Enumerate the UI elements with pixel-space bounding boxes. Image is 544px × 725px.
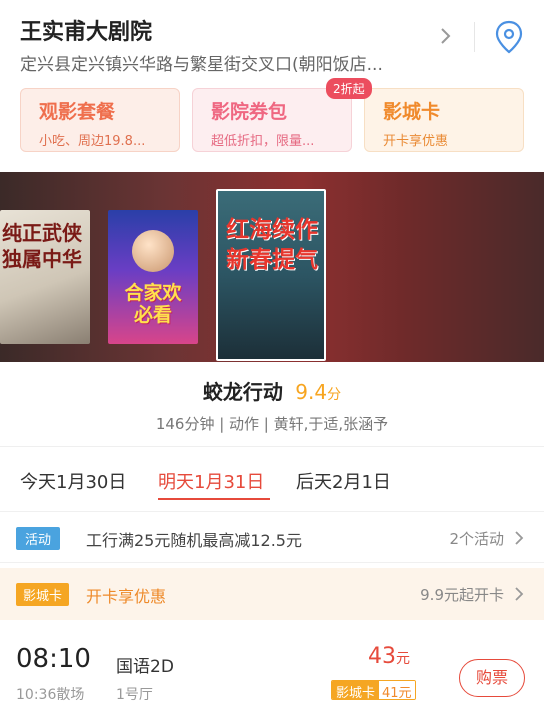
cinema-address[interactable]: 定兴县定兴镇兴华路与繁星街交叉口(朝阳饭店...: [20, 50, 420, 75]
price-unit: 元: [396, 651, 410, 667]
discount-badge: 2折起: [326, 78, 372, 99]
tab-tomorrow[interactable]: 明天1月31日: [158, 468, 264, 494]
date-tabs: 今天1月30日 明天1月31日 后天2月1日: [0, 460, 544, 506]
card-membership-subtitle: 开卡享优惠: [383, 134, 449, 149]
card-membership[interactable]: 影城卡 开卡享优惠: [364, 88, 524, 152]
showtime-start: 08:10: [16, 644, 91, 674]
card-combo-title: 观影套餐: [39, 101, 116, 123]
movie-title: 蛟龙行动: [202, 380, 283, 404]
poster-movie-2[interactable]: 合家欢必看: [108, 210, 198, 344]
chevron-right-icon: [515, 587, 524, 601]
showtime-row[interactable]: 08:10 10:36散场 国语2D 1号厅 43元 影城卡 41元 购票: [0, 626, 544, 725]
cinema-header: 王实甫大剧院 定兴县定兴镇兴华路与繁星街交叉口(朝阳饭店... 观影套餐 小吃、…: [0, 0, 544, 172]
card-coupon-pack[interactable]: 影院券包 超低折扣，限量...: [192, 88, 352, 152]
buy-ticket-button[interactable]: 购票: [459, 659, 525, 697]
poster-movie-1[interactable]: 纯正武侠独属中华: [0, 210, 90, 344]
movie-poster-carousel[interactable]: 纯正武侠独属中华 合家欢必看 红海续作新春提气: [0, 172, 544, 362]
header-divider: [474, 22, 475, 52]
chevron-right-icon: [515, 531, 524, 545]
divider: [0, 446, 544, 447]
showtime-hall: 1号厅: [116, 687, 153, 703]
price-value: 43: [368, 644, 396, 669]
movie-score: 9.4: [295, 380, 328, 404]
activity-count: 2个活动: [449, 530, 504, 548]
service-cards: 观影套餐 小吃、周边19.8... 影院券包 超低折扣，限量... 影城卡 开卡…: [20, 78, 524, 152]
card-coupon-title: 影院券包: [211, 101, 288, 123]
card-combo-subtitle: 小吃、周边19.8...: [39, 134, 146, 149]
card-tag: 影城卡: [16, 583, 70, 606]
location-pin-icon[interactable]: [494, 20, 524, 54]
activity-row[interactable]: 活动 工行满25元随机最高减12.5元 2个活动: [0, 511, 544, 563]
showtime-price: 43元: [368, 644, 410, 669]
movie-score-unit: 分: [327, 387, 342, 403]
activity-text: 工行满25元随机最高减12.5元: [86, 531, 302, 550]
activity-tag: 活动: [16, 527, 61, 550]
tab-active-indicator: [158, 498, 270, 500]
tab-today[interactable]: 今天1月30日: [20, 468, 126, 494]
card-membership-title: 影城卡: [383, 101, 441, 123]
chevron-right-icon[interactable]: [436, 24, 456, 48]
card-row-price: 9.9元起开卡: [420, 586, 504, 604]
showtime-language: 国语2D: [116, 657, 174, 677]
card-price-value: 41元: [379, 681, 415, 699]
card-coupon-subtitle: 超低折扣，限量...: [211, 134, 315, 149]
membership-card-row[interactable]: 影城卡 开卡享优惠 9.9元起开卡: [0, 568, 544, 620]
poster-movie-selected[interactable]: 红海续作新春提气: [216, 189, 326, 361]
card-price-label: 影城卡: [332, 681, 380, 699]
tab-day-after[interactable]: 后天2月1日: [296, 468, 391, 494]
movie-meta: 146分钟 | 动作 | 黄轩,于适,张涵予: [155, 415, 389, 433]
card-combo[interactable]: 观影套餐 小吃、周边19.8...: [20, 88, 180, 152]
cinema-name[interactable]: 王实甫大剧院: [20, 14, 152, 46]
poster-3-text: 红海续作新春提气: [226, 217, 318, 273]
poster-2-text: 合家欢必看: [124, 282, 182, 326]
movie-title-line: 蛟龙行动 9.4分: [0, 376, 544, 405]
poster-1-text: 纯正武侠独属中华: [2, 221, 82, 271]
card-row-text: 开卡享优惠: [86, 587, 167, 606]
poster-2-character: [132, 230, 174, 272]
card-price-badge: 影城卡 41元: [331, 680, 416, 700]
showtime-end: 10:36散场: [16, 687, 85, 703]
